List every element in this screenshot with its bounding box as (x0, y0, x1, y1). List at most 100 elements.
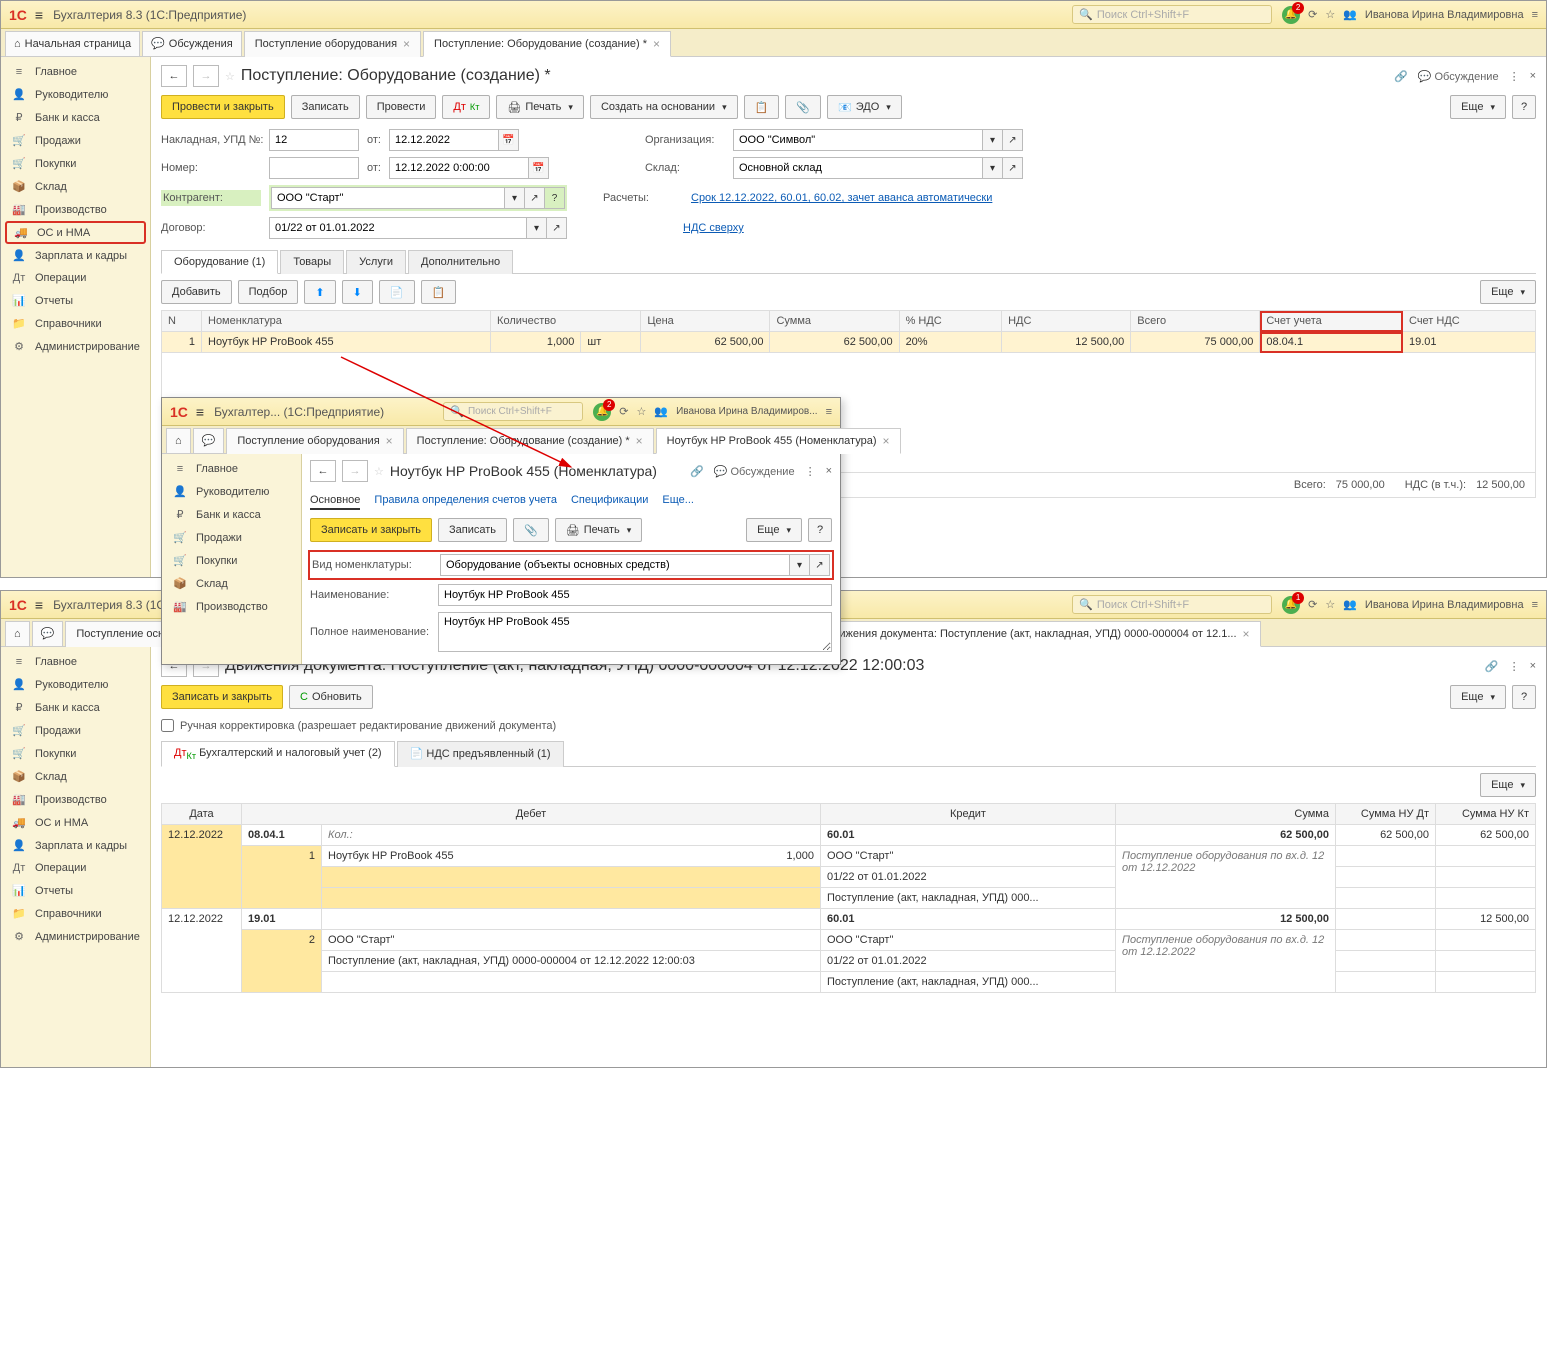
discuss-tab[interactable]: 💬Обсуждения (142, 31, 242, 57)
link-button[interactable]: 📋 (744, 95, 780, 119)
sidebar-item[interactable]: 🛒Покупки (1, 152, 150, 175)
nav-specs[interactable]: Спецификации (571, 494, 648, 510)
tab-accounting[interactable]: ДтКт Бухгалтерский и налоговый учет (2) (161, 741, 395, 767)
col-vat-account[interactable]: Счет НДС (1403, 311, 1536, 332)
star-icon[interactable]: ☆ (225, 70, 235, 83)
dtkt-button[interactable]: ДтКт (442, 95, 490, 119)
home-tab[interactable]: ⌂ (166, 428, 191, 454)
sidebar-item[interactable]: 🛒Продажи (1, 129, 150, 152)
save-close-button[interactable]: Записать и закрыть (161, 685, 283, 709)
movement-row[interactable]: 1 Ноутбук HP ProBook 455 1,000 ООО "Стар… (162, 846, 1536, 867)
tab-4[interactable]: Движения документа: Поступление (акт, на… (815, 621, 1260, 647)
history-icon[interactable]: ⟳ (1308, 8, 1317, 21)
col-vat[interactable]: НДС (1002, 311, 1131, 332)
discuss-tab[interactable]: 💬 (193, 428, 225, 454)
fullname-input[interactable]: Ноутбук HP ProBook 455 (438, 612, 832, 652)
col-sum[interactable]: Сумма (770, 311, 899, 332)
window-options-icon[interactable]: ≡ (1532, 9, 1538, 21)
sidebar-item[interactable]: 🚚ОС и НМА (5, 221, 146, 244)
close-icon[interactable]: × (403, 37, 410, 51)
sidebar-item[interactable]: 📊Отчеты (1, 289, 150, 312)
dropdown-icon[interactable]: ▾ (527, 217, 547, 239)
edo-button[interactable]: 📧 ЭДО (827, 95, 902, 119)
col-qty[interactable]: Количество (491, 311, 641, 332)
home-tab[interactable]: ⌂ (5, 621, 30, 647)
more-icon[interactable]: ⋮ (1509, 660, 1520, 673)
sidebar-item[interactable]: ДтОперации (1, 267, 150, 289)
more-button[interactable]: Еще (1450, 685, 1506, 709)
sidebar-item[interactable]: 📊Отчеты (1, 879, 150, 902)
star-icon[interactable]: ☆ (1325, 598, 1335, 611)
post-button[interactable]: Провести (366, 95, 437, 119)
save-button[interactable]: Записать (291, 95, 360, 119)
dropdown-icon[interactable]: ▾ (983, 157, 1003, 179)
more-icon[interactable]: ⋮ (1509, 70, 1520, 83)
more-button[interactable]: Еще (746, 518, 802, 542)
notification-icon[interactable]: 🔔1 (1282, 596, 1300, 614)
discuss-link[interactable]: 💬 Обсуждение (1418, 70, 1499, 83)
help-button[interactable]: ? (808, 518, 832, 542)
more-icon[interactable]: ⋮ (805, 465, 816, 478)
user-name[interactable]: Иванова Ирина Владимировна (1365, 9, 1524, 21)
sidebar-item[interactable]: 📁Справочники (1, 902, 150, 925)
tab-1[interactable]: Поступление оборудования× (226, 428, 403, 454)
move-up-button[interactable]: ⬆ (304, 280, 335, 304)
hamburger-icon[interactable]: ≡ (35, 7, 43, 23)
popup-search[interactable]: 🔍Поиск Ctrl+Shift+F (443, 402, 583, 421)
sidebar-item[interactable]: ⚙Администрирование (1, 335, 150, 358)
sidebar-item[interactable]: ≡Главное (1, 651, 150, 673)
discuss-tab[interactable]: 💬 (32, 621, 64, 647)
nav-forward[interactable]: → (342, 460, 368, 482)
dropdown-icon[interactable]: ▾ (505, 187, 525, 209)
sidebar-item[interactable]: 👤Руководителю (1, 673, 150, 696)
col-n[interactable]: N (162, 311, 202, 332)
window-options-icon[interactable]: ≡ (826, 406, 832, 418)
more-button[interactable]: Еще (1450, 95, 1506, 119)
sidebar-item[interactable]: ≡Главное (1, 61, 150, 83)
sidebar-item[interactable]: 👤Зарплата и кадры (1, 834, 150, 857)
tab-equipment[interactable]: Оборудование (1) (161, 250, 278, 274)
sidebar-item[interactable]: 🏭Производство (1, 198, 150, 221)
paste-button[interactable]: 📋 (421, 280, 457, 304)
create-based-button[interactable]: Создать на основании (590, 95, 738, 119)
global-search-2[interactable]: 🔍Поиск Ctrl+Shift+F (1072, 595, 1272, 614)
help-icon[interactable]: ? (545, 187, 565, 209)
global-search[interactable]: 🔍 Поиск Ctrl+Shift+F (1072, 5, 1272, 24)
tab-3[interactable]: Ноутбук HP ProBook 455 (Номенклатура)× (656, 428, 901, 454)
sidebar-item[interactable]: 👤Руководителю (162, 480, 301, 503)
help-button[interactable]: ? (1512, 685, 1536, 709)
user-name-2[interactable]: Иванова Ирина Владимировна (1365, 599, 1524, 611)
sidebar-item[interactable]: 🛒Продажи (1, 719, 150, 742)
tab-2[interactable]: Поступление: Оборудование (создание) *× (406, 428, 654, 454)
add-button[interactable]: Добавить (161, 280, 232, 304)
col-credit[interactable]: Кредит (820, 804, 1115, 825)
open-icon[interactable]: ↗ (525, 187, 545, 209)
invoice-number-input[interactable] (269, 129, 359, 151)
col-sum-kt[interactable]: Сумма НУ Кт (1436, 804, 1536, 825)
close-icon[interactable]: × (882, 434, 889, 448)
hamburger-icon[interactable]: ≡ (35, 597, 43, 613)
col-price[interactable]: Цена (641, 311, 770, 332)
sidebar-item[interactable]: ⚙Администрирование (1, 925, 150, 948)
save-close-button[interactable]: Записать и закрыть (310, 518, 432, 542)
movement-row[interactable]: 2 ООО "Старт" ООО "Старт" Поступление об… (162, 930, 1536, 951)
print-button[interactable]: 🖨 Печать (496, 95, 584, 119)
nav-back[interactable]: ← (161, 65, 187, 87)
sidebar-item[interactable]: 🏭Производство (1, 788, 150, 811)
col-total[interactable]: Всего (1131, 311, 1260, 332)
open-icon[interactable]: ↗ (1003, 129, 1023, 151)
sidebar-item[interactable]: 🛒Покупки (1, 742, 150, 765)
nav-rules[interactable]: Правила определения счетов учета (374, 494, 557, 510)
close-icon[interactable]: × (1530, 660, 1536, 672)
date2-input[interactable] (389, 157, 529, 179)
counterparty-input[interactable] (271, 187, 505, 209)
sidebar-item[interactable]: 📦Склад (162, 572, 301, 595)
notification-icon[interactable]: 🔔2 (593, 403, 611, 421)
sidebar-item[interactable]: ₽Банк и касса (162, 503, 301, 526)
sidebar-item[interactable]: 👤Зарплата и кадры (1, 244, 150, 267)
sidebar-item[interactable]: 🛒Покупки (162, 549, 301, 572)
more-button[interactable]: Еще (1480, 773, 1536, 797)
vat-link[interactable]: НДС сверху (683, 222, 744, 234)
close-icon[interactable]: × (1243, 627, 1250, 641)
tab-receipt-create[interactable]: Поступление: Оборудование (создание) *× (423, 31, 671, 57)
